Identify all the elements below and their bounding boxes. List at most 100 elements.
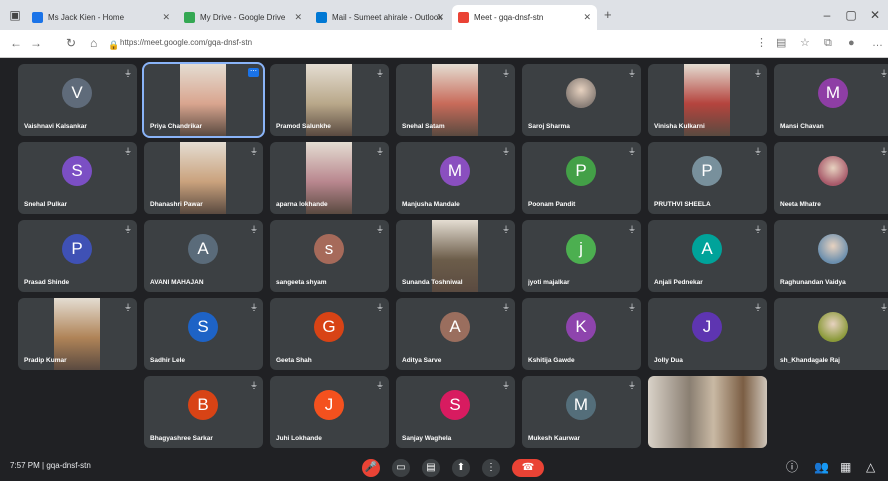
participant-tile[interactable]: A AVANI MAHAJAN ⏚ <box>144 220 263 292</box>
minimize-icon[interactable]: – <box>820 8 834 22</box>
participant-tile[interactable]: Raghunandan Vaidya ⏚ <box>774 220 888 292</box>
participant-tile[interactable]: s sangeeta shyam ⏚ <box>270 220 389 292</box>
participant-tile[interactable]: K Kshitija Gawde ⏚ <box>522 298 641 370</box>
participant-tile[interactable] <box>648 376 767 448</box>
participant-tile[interactable]: M Mansi Chavan ⏚ <box>774 64 888 136</box>
chat-icon: ▦ <box>840 460 852 474</box>
participant-tile[interactable]: Dhanashri Pawar ⏚ <box>144 142 263 214</box>
participant-tile[interactable]: Saroj Sharma ⏚ <box>522 64 641 136</box>
participant-name: Saroj Sharma <box>528 123 570 130</box>
participant-tile[interactable]: V Vaishnavi Kalsankar ⏚ <box>18 64 137 136</box>
camera-toggle-button[interactable]: ▭ <box>392 459 410 477</box>
muted-mic-icon: ⏚ <box>250 147 258 156</box>
participant-tile[interactable]: P Prasad Shinde ⏚ <box>18 220 137 292</box>
close-tab-icon[interactable]: ✕ <box>583 5 591 30</box>
participant-tile[interactable]: M Mukesh Kaurwar ⏚ <box>522 376 641 448</box>
close-tab-icon[interactable]: ✕ <box>294 5 302 30</box>
mic-toggle-button[interactable]: 🎤 <box>362 459 380 477</box>
reading-mode-icon[interactable]: ▤ <box>776 36 786 50</box>
profile-icon[interactable]: ● <box>848 36 855 50</box>
browser-tab-bar: ▣ Ms Jack Kien - Home ✕ My Drive - Googl… <box>0 0 888 30</box>
browser-tab-4[interactable]: Meet - gqa-dnsf-stn ✕ <box>452 5 597 30</box>
participant-tile[interactable]: J Juhi Lokhande ⏚ <box>270 376 389 448</box>
participant-profile-photo <box>818 234 848 264</box>
participant-tile[interactable]: j jyoti majalkar ⏚ <box>522 220 641 292</box>
participant-tile[interactable]: J Jolly Dua ⏚ <box>648 298 767 370</box>
end-call-button[interactable]: ☎ <box>512 459 544 477</box>
tile-options-icon[interactable]: ⋯ <box>248 68 259 77</box>
muted-mic-icon: ⏚ <box>502 381 510 390</box>
participant-avatar: S <box>188 312 218 342</box>
home-favicon-icon <box>32 12 43 23</box>
lock-icon: 🔒 <box>108 40 120 50</box>
extension-icon[interactable]: ⋮ <box>756 36 767 50</box>
new-tab-button[interactable]: + <box>604 8 612 22</box>
activities-button[interactable]: △ <box>866 459 875 475</box>
people-button[interactable]: 👥 <box>814 459 829 475</box>
participant-tile[interactable]: A Anjali Pednekar ⏚ <box>648 220 767 292</box>
more-options-button[interactable]: ⋮ <box>482 459 500 477</box>
muted-mic-icon: ⏚ <box>502 225 510 234</box>
participant-name: jyoti majalkar <box>528 279 570 286</box>
participant-name: Poonam Pandit <box>528 201 576 208</box>
participant-tile[interactable]: G Geeta Shah ⏚ <box>270 298 389 370</box>
participant-profile-photo <box>818 156 848 186</box>
camera-icon: ▭ <box>396 462 406 473</box>
participant-profile-photo <box>818 312 848 342</box>
chat-button[interactable]: ▦ <box>840 459 851 475</box>
participant-name: Vinisha Kulkarni <box>654 123 705 130</box>
participant-name: Aditya Sarve <box>402 357 442 364</box>
participant-tile[interactable]: M Manjusha Mandale ⏚ <box>396 142 515 214</box>
muted-mic-icon: ⏚ <box>754 69 762 78</box>
participant-tile[interactable]: Neeta Mhatre ⏚ <box>774 142 888 214</box>
muted-mic-icon: ⏚ <box>250 381 258 390</box>
participant-name: Bhagyashree Sarkar <box>150 435 213 442</box>
home-icon[interactable]: ⌂ <box>90 36 97 50</box>
participant-tile[interactable]: Snehal Satam ⏚ <box>396 64 515 136</box>
present-button[interactable]: ⬆ <box>452 459 470 477</box>
participant-profile-photo <box>566 78 596 108</box>
present-icon: ⬆ <box>456 462 466 473</box>
captions-button[interactable]: ▤ <box>422 459 440 477</box>
participant-tile[interactable]: P PRUTHVI SHEELA ⏚ <box>648 142 767 214</box>
reload-icon[interactable]: ↻ <box>66 36 76 50</box>
participant-avatar: J <box>692 312 722 342</box>
participant-avatar: M <box>566 390 596 420</box>
meeting-details: 7:57 PM | gqa-dnsf-stn <box>10 461 91 470</box>
participant-tile[interactable]: B Bhagyashree Sarkar ⏚ <box>144 376 263 448</box>
muted-mic-icon: ⏚ <box>502 147 510 156</box>
participant-name: Sadhir Lele <box>150 357 186 364</box>
participant-tile[interactable]: S Snehal Pulkar ⏚ <box>18 142 137 214</box>
muted-mic-icon: ⏚ <box>880 225 888 234</box>
favorites-icon[interactable]: ☆ <box>800 36 810 50</box>
info-button[interactable]: ⓘ <box>786 459 798 475</box>
participant-tile[interactable]: Pradip Kumar ⏚ <box>18 298 137 370</box>
participant-tile[interactable]: aparna lokhande ⏚ <box>270 142 389 214</box>
close-tab-icon[interactable]: ✕ <box>436 5 444 30</box>
self-video <box>648 376 767 448</box>
window-menu-icon[interactable]: ▣ <box>8 8 22 22</box>
participant-tile[interactable]: sh_Khandagale Raj ⏚ <box>774 298 888 370</box>
participant-tile[interactable]: Vinisha Kulkarni ⏚ <box>648 64 767 136</box>
collections-icon[interactable]: ⧉ <box>824 36 832 50</box>
close-tab-icon[interactable]: ✕ <box>162 5 170 30</box>
browser-tab-3[interactable]: Mail - Sumeet ahirale - Outlook ✕ <box>310 5 450 30</box>
url-field[interactable]: https://meet.google.com/gqa-dnsf-stn <box>120 38 252 47</box>
participant-tile[interactable]: A Aditya Sarve ⏚ <box>396 298 515 370</box>
participant-name: AVANI MAHAJAN <box>150 279 204 286</box>
participant-tile[interactable]: Sunanda Toshniwal ⏚ <box>396 220 515 292</box>
forward-icon[interactable]: → <box>30 36 42 50</box>
participant-tile[interactable]: S Sanjay Waghela ⏚ <box>396 376 515 448</box>
maximize-icon[interactable]: ▢ <box>844 8 858 22</box>
participant-name: Pramod Salunkhe <box>276 123 331 130</box>
browser-tab-1[interactable]: Ms Jack Kien - Home ✕ <box>26 5 176 30</box>
menu-icon[interactable]: … <box>872 36 883 50</box>
participant-tile[interactable]: Priya Chandrikar ⋯ <box>142 62 265 138</box>
participant-tile[interactable]: S Sadhir Lele ⏚ <box>144 298 263 370</box>
participant-tile[interactable]: P Poonam Pandit ⏚ <box>522 142 641 214</box>
browser-tab-2[interactable]: My Drive - Google Drive ✕ <box>178 5 308 30</box>
participant-tile[interactable]: Pramod Salunkhe ⏚ <box>270 64 389 136</box>
close-window-icon[interactable]: ✕ <box>868 8 882 22</box>
back-icon[interactable]: ← <box>10 36 22 50</box>
muted-mic-icon: ⏚ <box>250 225 258 234</box>
